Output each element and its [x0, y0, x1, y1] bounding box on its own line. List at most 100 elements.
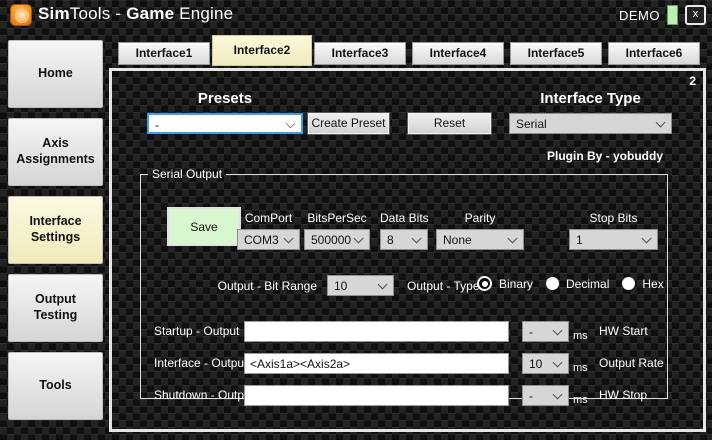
shutdown-delay-select[interactable]: -: [522, 385, 569, 406]
parity-label: Parity: [464, 211, 496, 225]
title-sim: Sim: [38, 4, 70, 23]
status-indicator: [667, 5, 678, 25]
sidebar-item-axis-assignments[interactable]: Axis Assignments: [8, 118, 103, 186]
parity-select[interactable]: None: [436, 229, 524, 250]
stopbits-value: 1: [576, 233, 583, 247]
bit-range-select[interactable]: 10: [327, 275, 394, 296]
databits-value: 8: [387, 233, 394, 247]
tab-interface1[interactable]: Interface1: [118, 42, 210, 65]
output-rate-select[interactable]: 10: [522, 353, 569, 374]
interface-panel: 2 Presets - Create Preset Reset Interfac…: [109, 68, 706, 432]
sidebar-label: Home: [38, 66, 73, 81]
chevron-down-icon: [285, 118, 296, 129]
sidebar-item-home[interactable]: Home: [8, 40, 103, 108]
chevron-down-icon: [552, 357, 563, 368]
window-title: SimTools - Game Engine: [38, 4, 233, 24]
chevron-down-icon: [655, 117, 666, 128]
plugin-by-label: Plugin By - yobuddy: [547, 149, 663, 163]
chevron-down-icon: [552, 325, 563, 336]
startup-delay-select[interactable]: -: [522, 321, 569, 342]
title-bar: SimTools - Game Engine DEMO x: [0, 0, 712, 30]
interface-type-select[interactable]: Serial: [509, 113, 672, 134]
radio-unselected-icon: [622, 277, 636, 290]
bit-range-value: 10: [334, 279, 348, 293]
chevron-down-icon: [641, 233, 652, 244]
hw-stop-label: HW Stop: [599, 388, 648, 402]
title-game: Game: [126, 4, 175, 23]
sidebar-item-output-testing[interactable]: Output Testing: [8, 274, 103, 342]
radio-decimal-label: Decimal: [566, 276, 610, 291]
presets-heading: Presets: [197, 90, 253, 107]
sidebar-item-interface-settings[interactable]: Interface Settings: [8, 196, 103, 264]
stopbits-select[interactable]: 1: [569, 229, 658, 250]
save-button[interactable]: Save: [167, 207, 241, 246]
create-preset-button[interactable]: Create Preset: [307, 112, 390, 135]
radio-hex-label: Hex: [642, 276, 664, 291]
chevron-down-icon: [411, 233, 422, 244]
startup-output-label: Startup - Output: [154, 324, 240, 338]
stopbits-label: Stop Bits: [589, 211, 638, 225]
serial-output-group: Serial Output Save ComPort COM3 BitsPerS…: [140, 167, 668, 406]
sidebar-label: Tools: [39, 378, 72, 393]
tab-interface5[interactable]: Interface5: [510, 42, 602, 65]
bitspersec-label: BitsPerSec: [307, 211, 367, 225]
chevron-down-icon: [283, 233, 294, 244]
reset-button[interactable]: Reset: [407, 112, 492, 135]
sidebar-label: Axis Assignments: [16, 136, 95, 166]
startup-output-input[interactable]: [244, 321, 509, 342]
startup-delay-value: -: [529, 325, 533, 339]
bitspersec-value: 500000: [311, 233, 352, 247]
shutdown-output-row: Shutdown - Output - ms HW Stop: [141, 385, 667, 406]
presets-select[interactable]: -: [147, 113, 303, 134]
demo-badge: DEMO: [619, 8, 660, 23]
databits-select[interactable]: 8: [380, 229, 428, 250]
shutdown-delay-value: -: [529, 389, 533, 403]
ms-unit-label: ms: [573, 362, 588, 374]
radio-unselected-icon: [546, 277, 560, 290]
title-engine: Engine: [174, 4, 234, 23]
comport-select[interactable]: COM3: [237, 229, 300, 250]
ms-unit-label: ms: [573, 394, 588, 406]
chevron-down-icon: [353, 233, 364, 244]
interface-type-heading: Interface Type: [540, 90, 641, 107]
app-window: SimTools - Game Engine DEMO x Home Axis …: [0, 0, 712, 440]
shutdown-output-label: Shutdown - Output: [154, 388, 255, 402]
tab-interface2[interactable]: Interface2: [212, 35, 312, 66]
bitspersec-select[interactable]: 500000: [304, 229, 370, 250]
title-tools: Tools -: [69, 4, 127, 23]
comport-value: COM3: [244, 233, 279, 247]
shutdown-output-input[interactable]: [244, 385, 509, 406]
app-logo-icon: [10, 4, 32, 26]
comport-label: ComPort: [244, 211, 293, 225]
hw-start-label: HW Start: [599, 324, 648, 338]
radio-hex[interactable]: Hex: [622, 276, 664, 291]
radio-binary[interactable]: Binary: [477, 276, 533, 291]
parity-value: None: [443, 233, 472, 247]
interface-output-label: Interface - Output: [154, 356, 248, 370]
startup-output-row: Startup - Output - ms HW Start: [141, 321, 667, 342]
output-type-label: Output - Type: [407, 279, 480, 293]
databits-label: Data Bits: [380, 211, 429, 225]
chevron-down-icon: [552, 389, 563, 400]
sidebar-label: Interface Settings: [29, 214, 82, 244]
tab-interface3[interactable]: Interface3: [314, 42, 406, 65]
tab-interface4[interactable]: Interface4: [412, 42, 504, 65]
output-rate-value: 10: [529, 357, 543, 371]
radio-decimal[interactable]: Decimal: [546, 277, 609, 291]
serial-output-legend: Serial Output: [152, 167, 223, 181]
interface-output-row: Interface - Output 10 ms Output Rate: [141, 353, 667, 374]
output-type-radios: Binary Decimal Hex: [477, 276, 664, 291]
tab-interface6[interactable]: Interface6: [608, 42, 700, 65]
interface-type-selected-value: Serial: [516, 117, 547, 131]
interface-output-input[interactable]: [244, 353, 509, 374]
radio-binary-label: Binary: [499, 276, 534, 291]
sidebar-label: Output Testing: [33, 292, 78, 322]
sidebar-item-tools[interactable]: Tools: [8, 352, 103, 420]
page-number: 2: [689, 74, 696, 88]
bit-range-label: Output - Bit Range: [217, 279, 317, 293]
close-button[interactable]: x: [685, 5, 706, 25]
chevron-down-icon: [507, 233, 518, 244]
ms-unit-label: ms: [573, 330, 588, 342]
chevron-down-icon: [377, 279, 388, 290]
presets-selected-value: -: [155, 118, 159, 132]
